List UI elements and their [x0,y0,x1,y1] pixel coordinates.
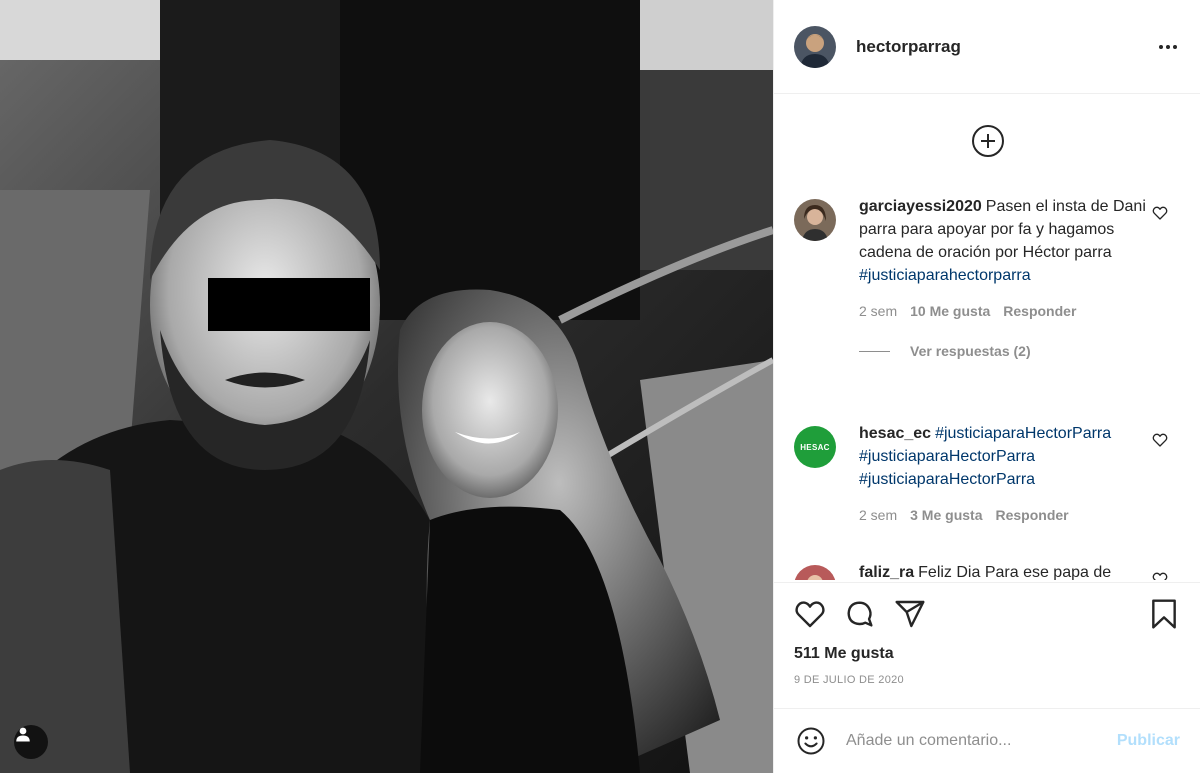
commenter-avatar[interactable] [794,565,836,580]
post-photo-illustration [0,0,773,773]
comment-meta: 2 sem 10 Me gusta Responder [859,303,1184,319]
emoji-button[interactable] [794,724,828,758]
like-comment-button[interactable] [1152,205,1170,223]
hashtag-link[interactable]: #justiciaparaHectorParra [935,425,1111,442]
hesac-logo-text: HESAC [800,442,830,452]
post-actions-area: 511 Me gusta 9 DE JULIO DE 2020 [774,582,1200,686]
commenter-avatar[interactable] [794,199,836,241]
add-comment-bar: Publicar [774,708,1200,773]
comment-username[interactable]: faliz_ra [859,564,914,580]
smiley-icon [797,727,825,755]
author-avatar[interactable] [794,25,836,68]
comment-input[interactable] [846,732,1106,750]
post-side-panel: hectorparrag garciayessi2020 Pasen el in… [773,0,1200,773]
comment-likes[interactable]: 10 Me gusta [910,303,990,319]
comment-likes[interactable]: 3 Me gusta [910,507,982,523]
post-photo[interactable] [0,0,773,773]
commenter-avatar[interactable]: HESAC [794,426,836,468]
commenter-avatar-image [794,199,836,241]
comment-icon [847,601,873,627]
like-comment-button[interactable] [1152,432,1170,450]
heart-icon [795,601,825,628]
like-button[interactable] [792,596,828,632]
heart-icon [1152,572,1168,580]
comment-username[interactable]: garciayessi2020 [859,198,982,215]
comment-meta: 2 sem 3 Me gusta Responder [859,507,1184,523]
share-button[interactable] [892,596,928,632]
comment-time[interactable]: 2 sem [859,507,897,523]
post-date[interactable]: 9 DE JULIO DE 2020 [774,674,1200,686]
comment-text: garciayessi2020 Pasen el insta de Dani pa… [859,195,1149,287]
comment-text: hesac_ec #justiciaparaHectorParra #justic… [859,422,1149,491]
hashtag-link[interactable]: #justiciaparaHectorParra [859,448,1035,465]
comment-item: faliz_ra Feliz Dia Para ese papa de [794,561,1184,580]
heart-icon [1152,433,1168,447]
comments-list[interactable]: garciayessi2020 Pasen el insta de Dani pa… [774,95,1200,580]
comment-time[interactable]: 2 sem [859,303,897,319]
heart-icon [1152,206,1168,220]
plus-circle-icon [981,134,995,148]
comment-username[interactable]: hesac_ec [859,425,931,442]
replies-divider-line [859,350,890,352]
post-header: hectorparrag [774,0,1200,94]
comment-text: faliz_ra Feliz Dia Para ese papa de [859,561,1149,580]
action-bar [774,583,1200,645]
hashtag-link[interactable]: #justiciaparaHectorParra [859,471,1035,488]
paper-plane-icon [895,600,925,628]
bookmark-icon [1152,599,1176,629]
more-options-button[interactable] [1156,35,1180,59]
comment-item: garciayessi2020 Pasen el insta de Dani pa… [794,195,1184,359]
commenter-avatar-image [794,565,836,580]
view-replies-button[interactable]: Ver respuestas (2) [859,343,1184,359]
view-replies-label: Ver respuestas (2) [910,343,1031,359]
user-tag-icon [16,727,30,742]
reply-button[interactable]: Responder [1003,303,1076,319]
reply-button[interactable]: Responder [995,507,1068,523]
like-comment-button[interactable] [1152,571,1170,580]
comment-item: HESAC hesac_ec #justiciaparaHectorParra #… [794,422,1184,523]
tagged-users-button[interactable] [14,725,48,759]
save-button[interactable] [1146,596,1182,632]
author-avatar-image [794,25,836,68]
comment-message: Feliz Dia Para ese papa de [918,564,1112,580]
comment-button[interactable] [842,596,878,632]
load-more-comments-button[interactable] [972,125,1004,157]
likes-count[interactable]: 511 Me gusta [774,643,1200,665]
hashtag-link[interactable]: #justiciaparahectorparra [859,267,1031,284]
publish-button[interactable]: Publicar [1117,732,1180,750]
author-username[interactable]: hectorparrag [856,37,961,57]
more-horizontal-icon [1159,44,1177,49]
